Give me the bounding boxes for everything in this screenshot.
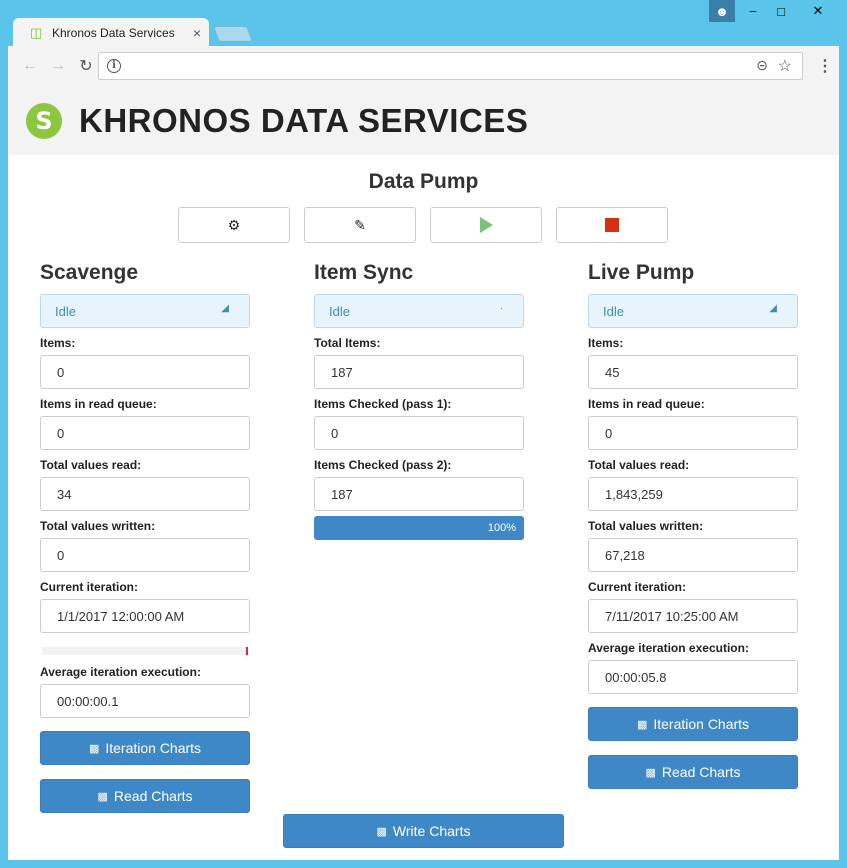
page-title: Data Pump [368, 170, 479, 193]
avg-label: Average iteration execution: [588, 641, 749, 655]
progress-marker [246, 647, 248, 655]
read-label: Total values read: [588, 458, 690, 472]
items-label: Items: [588, 336, 624, 350]
itemsync-heading: Item Sync [314, 261, 414, 284]
pie-indicator-icon: · [500, 303, 503, 314]
pass2-field[interactable]: 187 [314, 477, 524, 511]
reload-icon[interactable]: ↻ [72, 52, 100, 80]
pass1-label: Items Checked (pass 1): [314, 397, 452, 411]
read-charts-button[interactable]: ▩ Read Charts [588, 755, 798, 789]
stop-icon [605, 218, 619, 232]
browser-toolbar: ← → ↻ i ⊝ ☆ ⋮ [8, 46, 839, 86]
queue-field[interactable]: 0 [588, 416, 798, 450]
avg-field[interactable]: 00:00:05.8 [588, 660, 798, 694]
bar-chart-icon: ▩ [88, 742, 100, 755]
tab-title: Khronos Data Services [52, 26, 175, 40]
iteration-field[interactable]: 1/1/2017 12:00:00 AM [40, 599, 250, 633]
items-field[interactable]: 0 [40, 355, 250, 389]
queue-field[interactable]: 0 [40, 416, 250, 450]
bar-chart-icon: ▩ [97, 790, 108, 803]
sync-progress-bar: 100% [314, 516, 524, 540]
bar-chart-icon: ▩ [636, 718, 648, 731]
livepump-panel: Live Pump Idle ◢ Items: 45 Items in read… [588, 261, 798, 789]
new-tab-button[interactable] [213, 26, 253, 42]
menu-icon[interactable]: ⋮ [817, 56, 833, 76]
queue-label: Items in read queue: [588, 397, 705, 411]
written-field[interactable]: 67,218 [588, 538, 798, 572]
scavenge-panel: Scavenge Idle ◢ Items: 0 Items in read q… [40, 261, 250, 813]
button-label: Iteration Charts [105, 740, 202, 756]
queue-label: Items in read queue: [40, 397, 157, 411]
status-text: Idle [55, 303, 76, 319]
tab-bar: ◫ Khronos Data Services × [0, 0, 847, 48]
play-icon [479, 217, 493, 233]
database-icon: ◫ [30, 25, 43, 40]
address-bar[interactable]: i ⊝ ☆ [98, 52, 803, 80]
info-icon[interactable]: i [107, 59, 121, 73]
livepump-heading: Live Pump [588, 261, 695, 284]
forward-icon[interactable]: → [44, 52, 72, 80]
write-charts-button[interactable]: ▩ Write Charts [283, 814, 564, 848]
settings-button[interactable]: ⚙ [178, 207, 290, 243]
status-text: Idle [603, 303, 624, 319]
iteration-label: Current iteration: [40, 580, 139, 594]
tab-close-icon[interactable]: × [193, 25, 201, 41]
scavenge-heading: Scavenge [40, 261, 139, 284]
pass1-field[interactable]: 0 [314, 416, 524, 450]
read-field[interactable]: 34 [40, 477, 250, 511]
pass2-label: Items Checked (pass 2): [314, 458, 452, 472]
items-label: Items: [40, 336, 76, 350]
written-label: Total values written: [40, 519, 156, 533]
written-label: Total values written: [588, 519, 704, 533]
khronos-logo: S [26, 102, 62, 139]
page-content: S KHRONOS DATA SERVICES Data Pump ⚙ ✎ Sc… [8, 86, 839, 860]
read-charts-button[interactable]: ▩ Read Charts [40, 779, 250, 813]
back-icon[interactable]: ← [16, 52, 44, 80]
avg-field[interactable]: 00:00:00.1 [40, 684, 250, 718]
iteration-label: Current iteration: [588, 580, 687, 594]
pie-indicator-icon: ◢ [221, 303, 229, 314]
iteration-progress [42, 647, 248, 655]
iteration-charts-button[interactable]: ▩ Iteration Charts [588, 707, 798, 741]
items-field[interactable]: 45 [588, 355, 798, 389]
site-header: S KHRONOS DATA SERVICES [8, 86, 839, 155]
bar-chart-icon: ▩ [645, 766, 656, 779]
gear-icon: ⚙ [227, 216, 241, 233]
edit-icon: ✎ [354, 216, 366, 233]
zoom-icon[interactable]: ⊝ [756, 57, 768, 74]
iteration-field[interactable]: 7/11/2017 10:25:00 AM [588, 599, 798, 633]
bookmark-star-icon[interactable]: ☆ [778, 56, 792, 76]
button-label: Write Charts [392, 823, 471, 839]
total-items-field[interactable]: 187 [314, 355, 524, 389]
button-label: Iteration Charts [653, 716, 750, 732]
site-title: KHRONOS DATA SERVICES [79, 101, 529, 139]
start-button[interactable] [430, 207, 542, 243]
edit-button[interactable]: ✎ [304, 207, 416, 243]
livepump-status: Idle ◢ [588, 294, 798, 328]
read-label: Total values read: [40, 458, 142, 472]
avg-label: Average iteration execution: [40, 665, 201, 679]
scavenge-status: Idle ◢ [40, 294, 250, 328]
button-label: Read Charts [661, 764, 741, 780]
button-label: Read Charts [113, 788, 193, 804]
itemsync-panel: Item Sync Idle · Total Items: 187 Items … [314, 261, 524, 540]
read-field[interactable]: 1,843,259 [588, 477, 798, 511]
status-text: Idle [329, 303, 350, 319]
browser-tab[interactable]: ◫ Khronos Data Services × [13, 18, 209, 48]
itemsync-status: Idle · [314, 294, 524, 328]
control-buttons: ⚙ ✎ [178, 207, 682, 243]
total-items-label: Total Items: [314, 336, 381, 350]
bar-chart-icon: ▩ [376, 825, 387, 838]
written-field[interactable]: 0 [40, 538, 250, 572]
stop-button[interactable] [556, 207, 668, 243]
pie-indicator-icon: ◢ [769, 303, 777, 314]
iteration-charts-button[interactable]: ▩ Iteration Charts [40, 731, 250, 765]
